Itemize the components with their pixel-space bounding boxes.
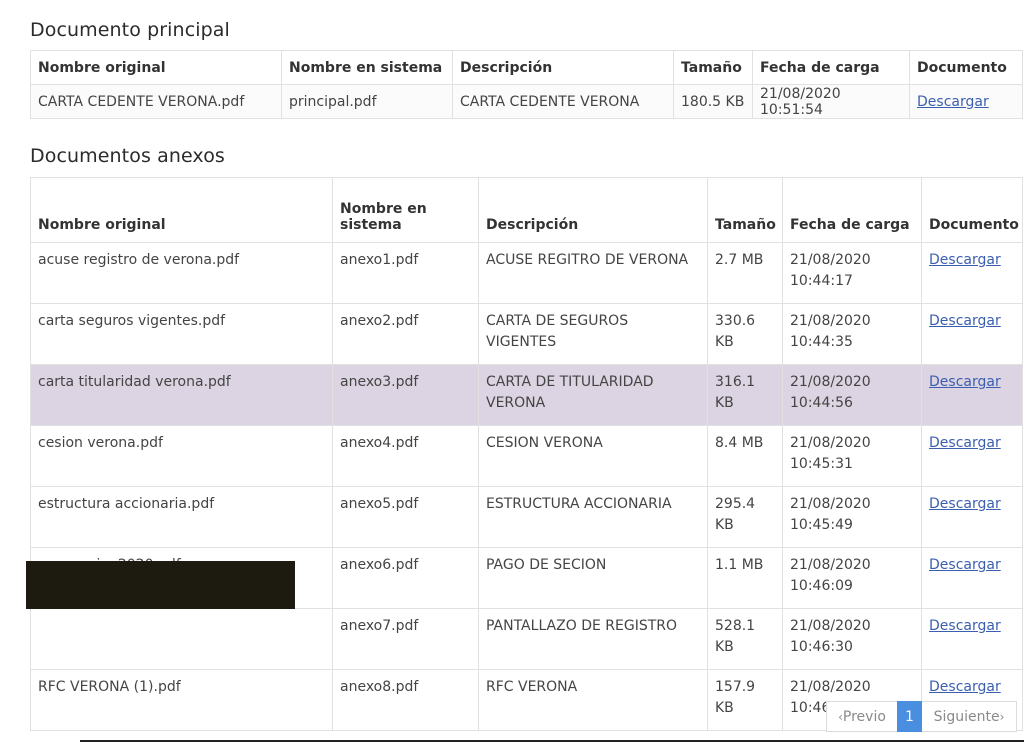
cell-document: Descargar: [921, 303, 1023, 365]
cell-document: Descargar: [921, 608, 1023, 670]
cell-system: anexo6.pdf: [332, 547, 479, 609]
cell-size: 295.4 KB: [707, 486, 783, 548]
cell-document: Descargar: [909, 84, 1023, 119]
cell-original: [30, 608, 333, 670]
table-row: anexo7.pdf PANTALLAZO DE REGISTRO 528.1 KB…: [30, 608, 1023, 670]
col-header-document: Documento: [921, 177, 1023, 243]
cell-size: 8.4 MB: [707, 425, 783, 487]
cell-document: Descargar: [921, 242, 1023, 304]
cell-description: CARTA DE SEGUROS VIGENTES: [478, 303, 708, 365]
table-row: acuse registro de verona.pdf anexo1.pdf AC…: [30, 242, 1023, 304]
cell-system: anexo3.pdf: [332, 364, 479, 426]
cell-description: ACUSE REGITRO DE VERONA: [478, 242, 708, 304]
download-link[interactable]: Descargar: [929, 435, 1001, 451]
col-header-original: Nombre original: [30, 50, 282, 85]
cell-description: RFC VERONA: [478, 669, 708, 731]
cell-system: anexo4.pdf: [332, 425, 479, 487]
cell-size: 1.1 MB: [707, 547, 783, 609]
cell-system: anexo5.pdf: [332, 486, 479, 548]
cell-document: Descargar: [921, 425, 1023, 487]
cell-description: CESION VERONA: [478, 425, 708, 487]
col-header-original: Nombre original: [30, 177, 333, 243]
cell-system: anexo7.pdf: [332, 608, 479, 670]
chevron-right-icon: ›: [999, 709, 1005, 724]
col-header-document: Documento: [909, 50, 1023, 85]
cell-original: cesion verona.pdf: [30, 425, 333, 487]
col-header-description: Descripción: [452, 50, 674, 85]
cell-size: 330.6 KB: [707, 303, 783, 365]
cell-original: CARTA CEDENTE VERONA.pdf: [30, 84, 282, 119]
cell-system: anexo8.pdf: [332, 669, 479, 731]
cell-size: 316.1 KB: [707, 364, 783, 426]
cell-date: 21/08/2020 10:44:56: [782, 364, 922, 426]
table-row: carta titularidad verona.pdf anexo3.pdf CA…: [30, 364, 1023, 426]
download-link[interactable]: Descargar: [929, 496, 1001, 512]
main-document-table: Nombre original Nombre en sistema Descri…: [30, 50, 1023, 119]
cell-date: 21/08/2020 10:46:09: [782, 547, 922, 609]
table-row: CARTA CEDENTE VERONA.pdf principal.pdf C…: [30, 84, 1023, 119]
cell-document: Descargar: [921, 486, 1023, 548]
table-row: cesion verona.pdf anexo4.pdf CESION VERONA…: [30, 425, 1023, 487]
cell-description: ESTRUCTURA ACCIONARIA: [478, 486, 708, 548]
redacted-block: [26, 561, 295, 609]
cell-system: principal.pdf: [281, 84, 453, 119]
col-header-date: Fecha de carga: [782, 177, 922, 243]
cell-date: 21/08/2020 10:44:17: [782, 242, 922, 304]
cell-system: anexo2.pdf: [332, 303, 479, 365]
cell-size: 528.1 KB: [707, 608, 783, 670]
cell-description: CARTA DE TITULARIDAD VERONA: [478, 364, 708, 426]
download-link[interactable]: Descargar: [929, 679, 1001, 695]
cell-original: acuse registro de verona.pdf: [30, 242, 333, 304]
cell-description: CARTA CEDENTE VERONA: [452, 84, 674, 119]
download-link[interactable]: Descargar: [929, 374, 1001, 390]
cell-document: Descargar: [921, 547, 1023, 609]
cell-date: 21/08/2020 10:51:54: [752, 84, 910, 119]
cell-original: RFC VERONA (1).pdf: [30, 669, 333, 731]
download-link[interactable]: Descargar: [929, 557, 1001, 573]
prev-page-label: Previo: [842, 708, 886, 725]
cell-size: 180.5 KB: [673, 84, 753, 119]
prev-page-button[interactable]: ‹ Previo: [826, 701, 897, 732]
cell-date: 21/08/2020 10:44:35: [782, 303, 922, 365]
next-page-label: Siguiente: [933, 708, 1000, 725]
table-row: carta seguros vigentes.pdf anexo2.pdf CART…: [30, 303, 1023, 365]
cell-original: carta seguros vigentes.pdf: [30, 303, 333, 365]
table-header-row: Nombre original Nombre en sistema Descri…: [30, 177, 1023, 243]
col-header-description: Descripción: [478, 177, 708, 243]
cell-description: PAGO DE SECION: [478, 547, 708, 609]
cell-system: anexo1.pdf: [332, 242, 479, 304]
col-header-size: Tamaño: [673, 50, 753, 85]
annex-documents-heading: Documentos anexos: [30, 145, 225, 167]
download-link[interactable]: Descargar: [929, 252, 1001, 268]
col-header-system: Nombre en sistema: [281, 50, 453, 85]
table-header-row: Nombre original Nombre en sistema Descri…: [30, 50, 1023, 85]
annex-documents-table: Nombre original Nombre en sistema Descri…: [30, 177, 1023, 731]
cell-size: 157.9 KB: [707, 669, 783, 731]
cell-size: 2.7 MB: [707, 242, 783, 304]
col-header-size: Tamaño: [707, 177, 783, 243]
cell-original: carta titularidad verona.pdf: [30, 364, 333, 426]
page-1-button[interactable]: 1: [897, 701, 922, 732]
col-header-date: Fecha de carga: [752, 50, 910, 85]
col-header-system: Nombre en sistema: [332, 177, 479, 243]
cell-date: 21/08/2020 10:45:31: [782, 425, 922, 487]
table-row: estructura accionaria.pdf anexo5.pdf ESTRU…: [30, 486, 1023, 548]
next-page-button[interactable]: Siguiente ›: [922, 701, 1017, 732]
download-link[interactable]: Descargar: [929, 618, 1001, 634]
pagination: ‹ Previo 1 Siguiente ›: [826, 701, 1017, 732]
cell-description: PANTALLAZO DE REGISTRO: [478, 608, 708, 670]
download-link[interactable]: Descargar: [917, 94, 989, 110]
download-link[interactable]: Descargar: [929, 313, 1001, 329]
cell-document: Descargar: [921, 364, 1023, 426]
cell-original: estructura accionaria.pdf: [30, 486, 333, 548]
cell-date: 21/08/2020 10:45:49: [782, 486, 922, 548]
main-document-heading: Documento principal: [30, 19, 230, 41]
cell-date: 21/08/2020 10:46:30: [782, 608, 922, 670]
